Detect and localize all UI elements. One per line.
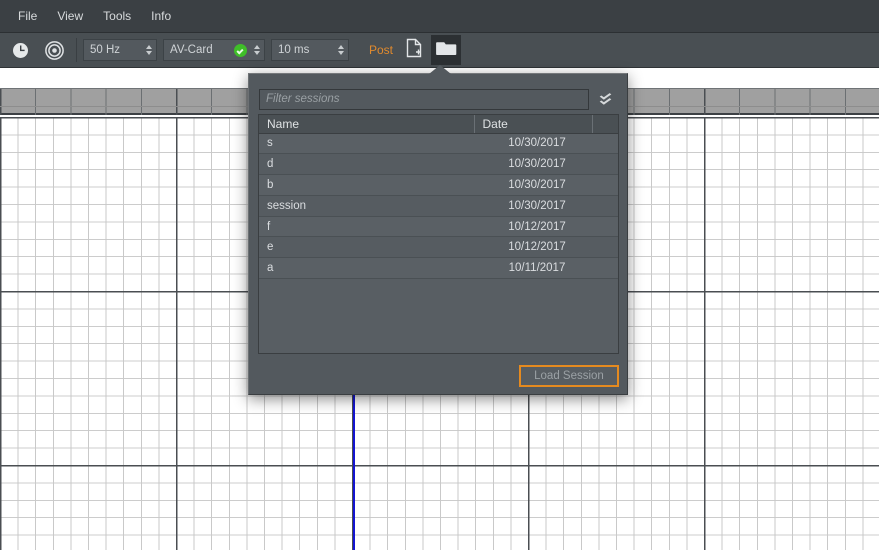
double-chevron-down-icon[interactable] (593, 89, 617, 109)
popup-pointer-arrow (429, 65, 451, 74)
record-target-icon[interactable] (40, 36, 68, 64)
cell-session-date: 10/30/2017 (474, 154, 592, 175)
load-session-popup: Name Date s10/30/2017d10/30/2017b10/30/2… (248, 73, 628, 395)
latency-combo[interactable]: 10 ms (271, 39, 349, 61)
open-folder-icon (436, 39, 457, 61)
table-row[interactable]: s10/30/2017 (259, 133, 618, 154)
menu-bar: File View Tools Info (0, 0, 879, 33)
cell-extra (592, 258, 618, 279)
filter-row (259, 88, 619, 110)
cell-session-name: f (259, 216, 474, 237)
cell-extra (592, 237, 618, 258)
menu-file[interactable]: File (8, 5, 47, 27)
toolbar: 50 Hz AV-Card 10 ms Post (0, 33, 879, 68)
cell-session-date: 10/30/2017 (474, 195, 592, 216)
sessions-table-container[interactable]: Name Date s10/30/2017d10/30/2017b10/30/2… (258, 114, 619, 354)
sample-rate-value: 50 Hz (90, 44, 143, 56)
latency-value: 10 ms (278, 44, 335, 56)
table-row[interactable]: b10/30/2017 (259, 175, 618, 196)
cell-extra (592, 216, 618, 237)
table-row[interactable]: f10/12/2017 (259, 216, 618, 237)
spinner-arrows-icon[interactable] (251, 42, 262, 58)
column-header-extra[interactable] (592, 115, 618, 133)
cell-session-name: b (259, 175, 474, 196)
sample-rate-combo[interactable]: 50 Hz (83, 39, 157, 61)
cell-session-name: d (259, 154, 474, 175)
cell-extra (592, 154, 618, 175)
column-header-date[interactable]: Date (474, 115, 592, 133)
menu-info[interactable]: Info (141, 5, 181, 27)
table-row[interactable]: d10/30/2017 (259, 154, 618, 175)
table-header-row: Name Date (259, 115, 618, 133)
cell-session-name: s (259, 133, 474, 154)
filter-sessions-input[interactable] (259, 89, 589, 110)
device-combo[interactable]: AV-Card (163, 39, 265, 61)
table-row[interactable]: a10/11/2017 (259, 258, 618, 279)
menu-tools[interactable]: Tools (93, 5, 141, 27)
cell-session-name: session (259, 195, 474, 216)
cell-session-date: 10/12/2017 (474, 216, 592, 237)
table-row[interactable]: e10/12/2017 (259, 237, 618, 258)
new-session-button[interactable] (399, 35, 429, 65)
open-session-button[interactable] (431, 35, 461, 65)
cell-session-date: 10/30/2017 (474, 175, 592, 196)
cell-extra (592, 133, 618, 154)
column-header-name[interactable]: Name (259, 115, 474, 133)
device-value: AV-Card (170, 44, 234, 56)
cell-session-date: 10/11/2017 (474, 258, 592, 279)
cell-session-name: e (259, 237, 474, 258)
spinner-arrows-icon[interactable] (143, 42, 154, 58)
cell-session-name: a (259, 258, 474, 279)
spinner-arrows-icon[interactable] (335, 42, 346, 58)
sessions-table: Name Date s10/30/2017d10/30/2017b10/30/2… (259, 115, 618, 279)
post-label: Post (369, 43, 393, 57)
popup-button-row: Load Session (258, 364, 619, 388)
cell-extra (592, 175, 618, 196)
cell-extra (592, 195, 618, 216)
app-window: File View Tools Info 50 Hz AV-Ca (0, 0, 879, 550)
sessions-table-body: s10/30/2017d10/30/2017b10/30/2017session… (259, 133, 618, 279)
clock-icon[interactable] (6, 36, 34, 64)
load-session-button[interactable]: Load Session (519, 365, 619, 387)
cell-session-date: 10/30/2017 (474, 133, 592, 154)
green-check-icon (234, 44, 247, 57)
new-document-icon (405, 38, 424, 63)
menu-view[interactable]: View (47, 5, 93, 27)
cell-session-date: 10/12/2017 (474, 237, 592, 258)
toolbar-divider (76, 38, 77, 62)
table-row[interactable]: session10/30/2017 (259, 195, 618, 216)
